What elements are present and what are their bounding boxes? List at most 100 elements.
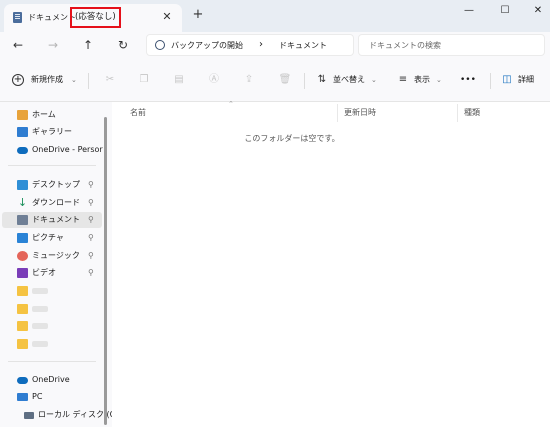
divider xyxy=(8,361,96,362)
sidebar-item-onedrive-personal[interactable]: OneDrive - Persor xyxy=(0,142,112,158)
pin-icon: ⚲ xyxy=(88,233,94,242)
column-header-name[interactable]: 名前 xyxy=(130,107,146,119)
forward-button[interactable]: → xyxy=(43,35,63,55)
sort-button[interactable]: 並べ替え xyxy=(333,71,365,89)
view-chevron-icon[interactable]: ⌄ xyxy=(436,71,442,89)
sidebar-item-label: OneDrive xyxy=(32,375,70,384)
copy-icon[interactable]: ❐ xyxy=(136,71,152,89)
sidebar-item-pictures[interactable]: ピクチャ ⚲ xyxy=(0,230,102,246)
title-bar: ドキュメント (応答なし) ✕ + — ☐ ✕ xyxy=(0,0,550,32)
pin-icon: ⚲ xyxy=(88,268,94,277)
delete-icon[interactable]: 🗑 xyxy=(277,71,293,89)
back-button[interactable]: ← xyxy=(8,35,28,55)
view-button[interactable]: 表示 xyxy=(414,71,430,89)
new-chevron-icon[interactable]: ⌄ xyxy=(71,71,77,89)
maximize-button[interactable]: ☐ xyxy=(494,2,516,20)
pc-icon xyxy=(17,393,28,401)
close-window-button[interactable]: ✕ xyxy=(527,2,549,20)
sidebar-item-gallery[interactable]: ギャラリー xyxy=(0,124,102,140)
share-icon[interactable]: ⇪ xyxy=(241,71,257,89)
search-placeholder: ドキュメントの検索 xyxy=(369,41,441,50)
onedrive-icon xyxy=(17,377,28,384)
backup-icon xyxy=(155,40,165,50)
sort-icon: ⇅ xyxy=(317,74,327,85)
gallery-icon xyxy=(17,127,28,137)
command-bar: + 新規作成 ⌄ ✂ ❐ ▤ Ⓐ ⇪ 🗑 ⇅ 並べ替え ⌄ ≡ 表示 ⌄ •••… xyxy=(0,58,550,102)
navigation-bar: ← → ↑ ↻ バックアップの開始 › ドキュメント ドキュメントの検索 xyxy=(0,32,550,58)
pictures-icon xyxy=(17,233,28,243)
folder-icon xyxy=(17,321,28,331)
pin-icon: ⚲ xyxy=(88,198,94,207)
download-icon: ↓ xyxy=(17,196,28,209)
rename-icon[interactable]: Ⓐ xyxy=(206,71,222,89)
up-button[interactable]: ↑ xyxy=(78,35,98,55)
sidebar-item-folder[interactable] xyxy=(0,283,102,299)
sidebar-item-music[interactable]: ミュージック ⚲ xyxy=(0,248,102,264)
breadcrumb-backup[interactable]: バックアップの開始 xyxy=(171,39,243,52)
onedrive-icon xyxy=(17,147,28,154)
new-icon: + xyxy=(12,74,24,86)
details-button[interactable]: 詳細 xyxy=(518,71,534,89)
column-header-type[interactable]: 種類 xyxy=(464,107,480,119)
divider xyxy=(304,73,305,89)
sidebar-item-label: PC xyxy=(32,392,43,401)
redacted-label xyxy=(32,341,48,347)
divider xyxy=(8,165,96,166)
sidebar-item-label: ギャラリー xyxy=(32,127,72,136)
sidebar-item-onedrive[interactable]: OneDrive xyxy=(0,372,102,388)
paste-icon[interactable]: ▤ xyxy=(171,71,187,89)
cut-icon[interactable]: ✂ xyxy=(102,71,118,89)
sidebar-item-folder[interactable] xyxy=(0,336,102,352)
divider xyxy=(88,73,89,89)
folder-icon xyxy=(17,339,28,349)
sidebar-item-desktop[interactable]: デスクトップ ⚲ xyxy=(0,177,102,193)
empty-folder-message: このフォルダーは空です。 xyxy=(244,134,340,143)
home-icon xyxy=(17,110,28,120)
sidebar-item-folder[interactable] xyxy=(0,301,102,317)
sort-chevron-icon[interactable]: ⌄ xyxy=(371,71,377,89)
tab-title: ドキュメント xyxy=(28,13,76,22)
new-tab-button[interactable]: + xyxy=(190,7,206,23)
close-tab-button[interactable]: ✕ xyxy=(160,10,174,24)
new-button[interactable]: 新規作成 xyxy=(31,71,63,89)
sidebar-item-label: ピクチャ xyxy=(32,233,64,242)
column-divider[interactable] xyxy=(337,104,338,122)
folder-icon xyxy=(17,286,28,296)
sidebar-item-pc[interactable]: PC xyxy=(0,389,102,405)
sidebar-item-label: ドキュメント xyxy=(32,215,80,224)
sidebar-item-label: ビデオ xyxy=(32,268,56,277)
sidebar-item-documents[interactable]: ドキュメント ⚲ xyxy=(2,212,102,228)
sidebar-item-local-disk[interactable]: ローカル ディスク (C xyxy=(0,407,115,423)
breadcrumb-documents[interactable]: ドキュメント xyxy=(279,39,327,52)
address-bar[interactable]: バックアップの開始 › ドキュメント xyxy=(146,34,354,56)
tab-documents[interactable]: ドキュメント (応答なし) ✕ xyxy=(4,4,182,32)
view-icon: ≡ xyxy=(398,74,408,85)
refresh-button[interactable]: ↻ xyxy=(113,35,133,55)
not-responding-label: (応答なし) xyxy=(70,7,121,28)
redacted-label xyxy=(32,306,48,312)
redacted-label xyxy=(32,323,48,329)
sidebar-item-label: OneDrive - Persor xyxy=(32,145,103,154)
sidebar-item-home[interactable]: ホーム xyxy=(0,107,102,123)
sidebar-item-label: デスクトップ xyxy=(32,180,80,189)
breadcrumb-separator[interactable]: › xyxy=(259,38,263,52)
details-pane-icon: ◫ xyxy=(502,74,512,85)
file-list: ⌃ 名前 更新日時 種類 このフォルダーは空です。 xyxy=(112,100,550,427)
sidebar-item-label: ホーム xyxy=(32,110,56,119)
search-input[interactable]: ドキュメントの検索 xyxy=(358,34,545,56)
minimize-button[interactable]: — xyxy=(458,2,480,20)
sidebar-scrollbar[interactable] xyxy=(104,117,107,425)
column-divider[interactable] xyxy=(457,104,458,122)
navigation-pane: ホーム ギャラリー OneDrive - Persor デスクトップ ⚲ ↓ ダ… xyxy=(0,102,115,427)
sidebar-item-label: ミュージック xyxy=(32,251,80,260)
sort-indicator-icon: ⌃ xyxy=(228,100,234,108)
drive-icon xyxy=(24,412,34,419)
sidebar-item-folder[interactable] xyxy=(0,318,102,334)
pin-icon: ⚲ xyxy=(88,180,94,189)
more-options-button[interactable]: ••• xyxy=(460,71,476,89)
pin-icon: ⚲ xyxy=(88,251,94,260)
sidebar-item-downloads[interactable]: ↓ ダウンロード ⚲ xyxy=(0,195,102,211)
sidebar-item-videos[interactable]: ビデオ ⚲ xyxy=(0,265,102,281)
sidebar-item-label: ダウンロード xyxy=(32,198,80,207)
column-header-modified[interactable]: 更新日時 xyxy=(344,107,376,119)
